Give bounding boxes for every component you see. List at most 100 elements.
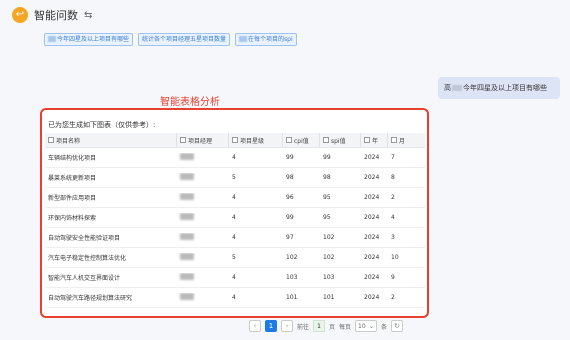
name-cell: 自动驾驶汽车路径规划算法研究: [48, 295, 133, 302]
suggestion-chip[interactable]: 统计各个项目经理五星项目数量: [138, 33, 231, 46]
column-header: 月: [388, 133, 425, 147]
column-header: 项目经理: [177, 133, 229, 147]
spi-cell: 103: [323, 274, 335, 281]
stars-cell: 4: [232, 234, 236, 241]
column-header-label: 项目名称: [56, 137, 81, 145]
spi-cell: 101: [323, 294, 335, 301]
stars-cell: 5: [232, 254, 236, 261]
suggestion-chip[interactable]: 今年四星及以上项目有哪些: [44, 33, 134, 46]
prev-page-button[interactable]: ‹: [249, 320, 261, 332]
name-cell: 智能汽车人机交互界面设计: [48, 275, 121, 282]
per-page-unit: 条: [381, 323, 388, 331]
goto-label: 前往: [297, 323, 310, 331]
redacted-text: [180, 233, 194, 240]
result-table: 项目名称 项目经理 项目星级 cpi值 spi值 年 月 车辆结构优化项目 4 99 99 2024…: [45, 133, 425, 308]
column-header-label: 年: [372, 137, 379, 145]
table-row: 暴莱系统更新项目 5 98 98 2024 8: [45, 168, 425, 188]
table-header: 项目名称 项目经理 项目星级 cpi值 spi值 年 月: [45, 133, 425, 148]
table-row: 车辆结构优化项目 4 99 99 2024 7: [45, 148, 425, 168]
redacted-text: [48, 36, 56, 42]
table-body: 车辆结构优化项目 4 99 99 2024 7 暴莱系统更新项目 5 98 98 2024 8 新型部件…: [45, 148, 425, 308]
column-header-label: spi值: [331, 137, 346, 145]
column-checkbox[interactable]: [323, 137, 329, 143]
column-header: 项目星级: [229, 133, 283, 147]
cpi-cell: 98: [286, 174, 294, 181]
refresh-icon[interactable]: ↻: [391, 320, 404, 332]
column-header: 年: [361, 133, 388, 147]
column-header-label: 月: [399, 137, 406, 145]
column-checkbox[interactable]: [232, 137, 238, 143]
cpi-cell: 102: [286, 254, 298, 261]
per-page-label: 每页: [339, 323, 352, 331]
column-header-label: cpi值: [294, 137, 309, 145]
table-row: 自动驾驶汽车路径规划算法研究 4 101 101 2024 2: [45, 288, 425, 308]
year-cell: 2024: [364, 214, 380, 221]
month-cell: 2: [391, 294, 395, 301]
table-row: 新型部件应用项目 4 96 95 2024 2: [45, 188, 425, 208]
manager-cell: [177, 293, 229, 302]
user-message: 高 今年四星及以上项目有哪些: [438, 77, 560, 99]
redacted-text: [452, 85, 462, 91]
suggestion-chip[interactable]: 在每个项目的spi: [235, 33, 297, 46]
goto-page-input[interactable]: 1: [313, 320, 326, 332]
suggestion-chips: 今年四星及以上项目有哪些 统计各个项目经理五星项目数量 在每个项目的spi: [44, 33, 297, 46]
spi-cell: 95: [323, 194, 331, 201]
per-page-select[interactable]: 10 ⌄: [355, 320, 378, 332]
answer-intro: 已为您生成如下图表（仅供参考）:: [48, 121, 156, 129]
page-unit-label: 页: [329, 323, 336, 331]
page-1-button[interactable]: 1: [265, 320, 277, 332]
name-cell: 新型部件应用项目: [48, 195, 97, 202]
spi-cell: 102: [323, 234, 335, 241]
column-header: 项目名称: [45, 133, 177, 147]
redacted-text: [239, 36, 248, 42]
app-title: 智能问数: [34, 9, 78, 22]
redacted-text: [180, 153, 194, 160]
month-cell: 4: [391, 214, 395, 221]
year-cell: 2024: [364, 294, 380, 301]
redacted-text: [180, 253, 194, 260]
column-checkbox[interactable]: [364, 137, 370, 143]
stars-cell: 5: [232, 174, 236, 181]
month-cell: 8: [391, 174, 395, 181]
name-cell: 暴莱系统更新项目: [48, 175, 97, 182]
spi-cell: 102: [323, 254, 335, 261]
user-message-text: 今年四星及以上项目有哪些: [463, 84, 547, 92]
month-cell: 3: [391, 234, 395, 241]
per-page-value: 10: [358, 322, 366, 330]
app-header: ↩ 智能问数 ⇆: [0, 0, 570, 30]
spi-cell: 99: [323, 154, 331, 161]
manager-cell: [177, 193, 229, 202]
manager-cell: [177, 233, 229, 242]
stars-cell: 4: [232, 154, 236, 161]
cpi-cell: 99: [286, 214, 294, 221]
year-cell: 2024: [364, 154, 380, 161]
back-logo-icon[interactable]: ↩: [12, 7, 28, 23]
redacted-text: [180, 173, 194, 180]
answer-card: 已为您生成如下图表（仅供参考）: 项目名称 项目经理 项目星级 cpi值 spi值 年 月 …: [40, 108, 429, 318]
month-cell: 7: [391, 154, 395, 161]
manager-cell: [177, 253, 229, 262]
month-cell: 2: [391, 194, 395, 201]
switch-icon[interactable]: ⇆: [84, 10, 92, 21]
table-row: 自动驾驶安全性能验证项目 4 97 102 2024 3: [45, 228, 425, 248]
name-cell: 车辆结构优化项目: [48, 155, 97, 162]
column-checkbox[interactable]: [391, 137, 397, 143]
manager-cell: [177, 273, 229, 282]
spi-cell: 98: [323, 174, 331, 181]
cpi-cell: 101: [286, 294, 298, 301]
cpi-cell: 96: [286, 194, 294, 201]
next-page-button[interactable]: ›: [281, 320, 293, 332]
stars-cell: 4: [232, 214, 236, 221]
year-cell: 2024: [364, 254, 380, 261]
name-cell: 环保内饰材料探索: [48, 215, 97, 222]
column-header: cpi值: [283, 133, 320, 147]
column-checkbox[interactable]: [180, 137, 186, 143]
table-row: 环保内饰材料探索 4 99 95 2024 4: [45, 208, 425, 228]
column-checkbox[interactable]: [286, 137, 292, 143]
column-checkbox[interactable]: [48, 137, 54, 143]
manager-cell: [177, 153, 229, 162]
suggestion-chip-label: 统计各个项目经理五星项目数量: [142, 36, 227, 43]
column-header-label: 项目星级: [240, 137, 265, 145]
cpi-cell: 103: [286, 274, 298, 281]
name-cell: 汽车电子稳定性控制算法优化: [48, 255, 127, 262]
